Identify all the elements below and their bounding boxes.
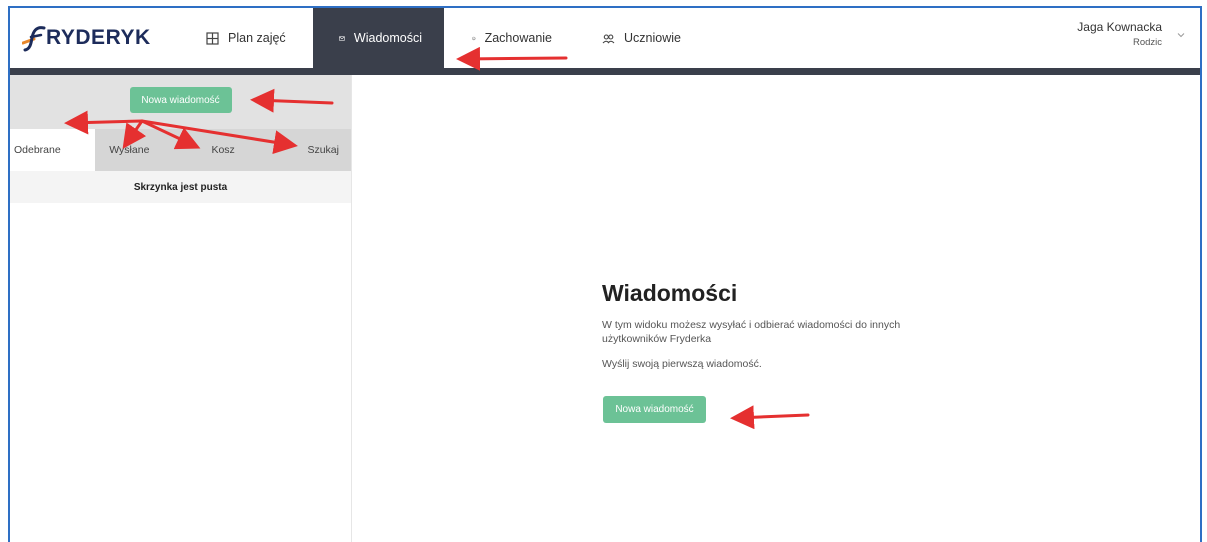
user-role: Rodzic [1132, 37, 1162, 48]
nav-item-label: Wiadomości [353, 31, 422, 45]
tab-kosz[interactable]: Kosz [180, 129, 266, 171]
header-divider-strip [10, 68, 1200, 75]
user-info: Jaga Kownacka Rodzic [1077, 20, 1162, 48]
people-icon [602, 33, 615, 43]
top-navigation-bar: RYDERYK Plan zajęć Wiadomości Zachowanie… [10, 8, 1200, 68]
message-list-header: Nowa wiadomość [10, 75, 351, 129]
new-message-button[interactable]: Nowa wiadomość [129, 87, 232, 113]
fryderyk-logo[interactable]: RYDERYK [10, 8, 178, 68]
nav-item-label: Zachowanie [484, 31, 552, 45]
grid-icon [206, 31, 219, 45]
tab-wyslane[interactable]: Wysłane [95, 129, 181, 171]
page-cta-text: Wyślij swoją pierwszą wiadomość. [602, 358, 762, 370]
user-name: Jaga Kownacka [1077, 20, 1162, 34]
nav-item-label: Plan zajęć [228, 31, 286, 45]
empty-inbox-message: Skrzynka jest pusta [10, 171, 351, 203]
logo-f-mark-icon [22, 26, 46, 52]
message-list-panel: Nowa wiadomość Odebrane Wysłane Kosz Szu… [10, 75, 352, 542]
nav-item-zachowanie[interactable]: Zachowanie [444, 8, 574, 68]
user-menu[interactable]: Jaga Kownacka Rodzic [1077, 8, 1200, 68]
nav-item-label: Uczniowie [624, 31, 681, 45]
logo-text: RYDERYK [46, 26, 151, 49]
mailbox-tabs: Odebrane Wysłane Kosz Szukaj [10, 129, 351, 171]
page-title: Wiadomości [602, 280, 738, 306]
page-description: W tym widoku możesz wysyłać i odbierać w… [602, 319, 901, 345]
app-window: RYDERYK Plan zajęć Wiadomości Zachowanie… [8, 6, 1202, 542]
main-nav: Plan zajęć Wiadomości Zachowanie Uczniow… [178, 8, 703, 68]
mail-icon [339, 35, 345, 41]
tab-szukaj[interactable]: Szukaj [265, 129, 351, 171]
tab-odebrane[interactable]: Odebrane [10, 129, 96, 171]
new-message-main-button[interactable]: Nowa wiadomość [603, 396, 706, 423]
smiley-icon [472, 36, 476, 40]
chevron-down-icon[interactable] [1176, 30, 1186, 40]
nav-item-plan-zajec[interactable]: Plan zajęć [178, 8, 313, 68]
nav-item-uczniowie[interactable]: Uczniowie [574, 8, 703, 68]
nav-item-wiadomosci[interactable]: Wiadomości [313, 8, 444, 68]
